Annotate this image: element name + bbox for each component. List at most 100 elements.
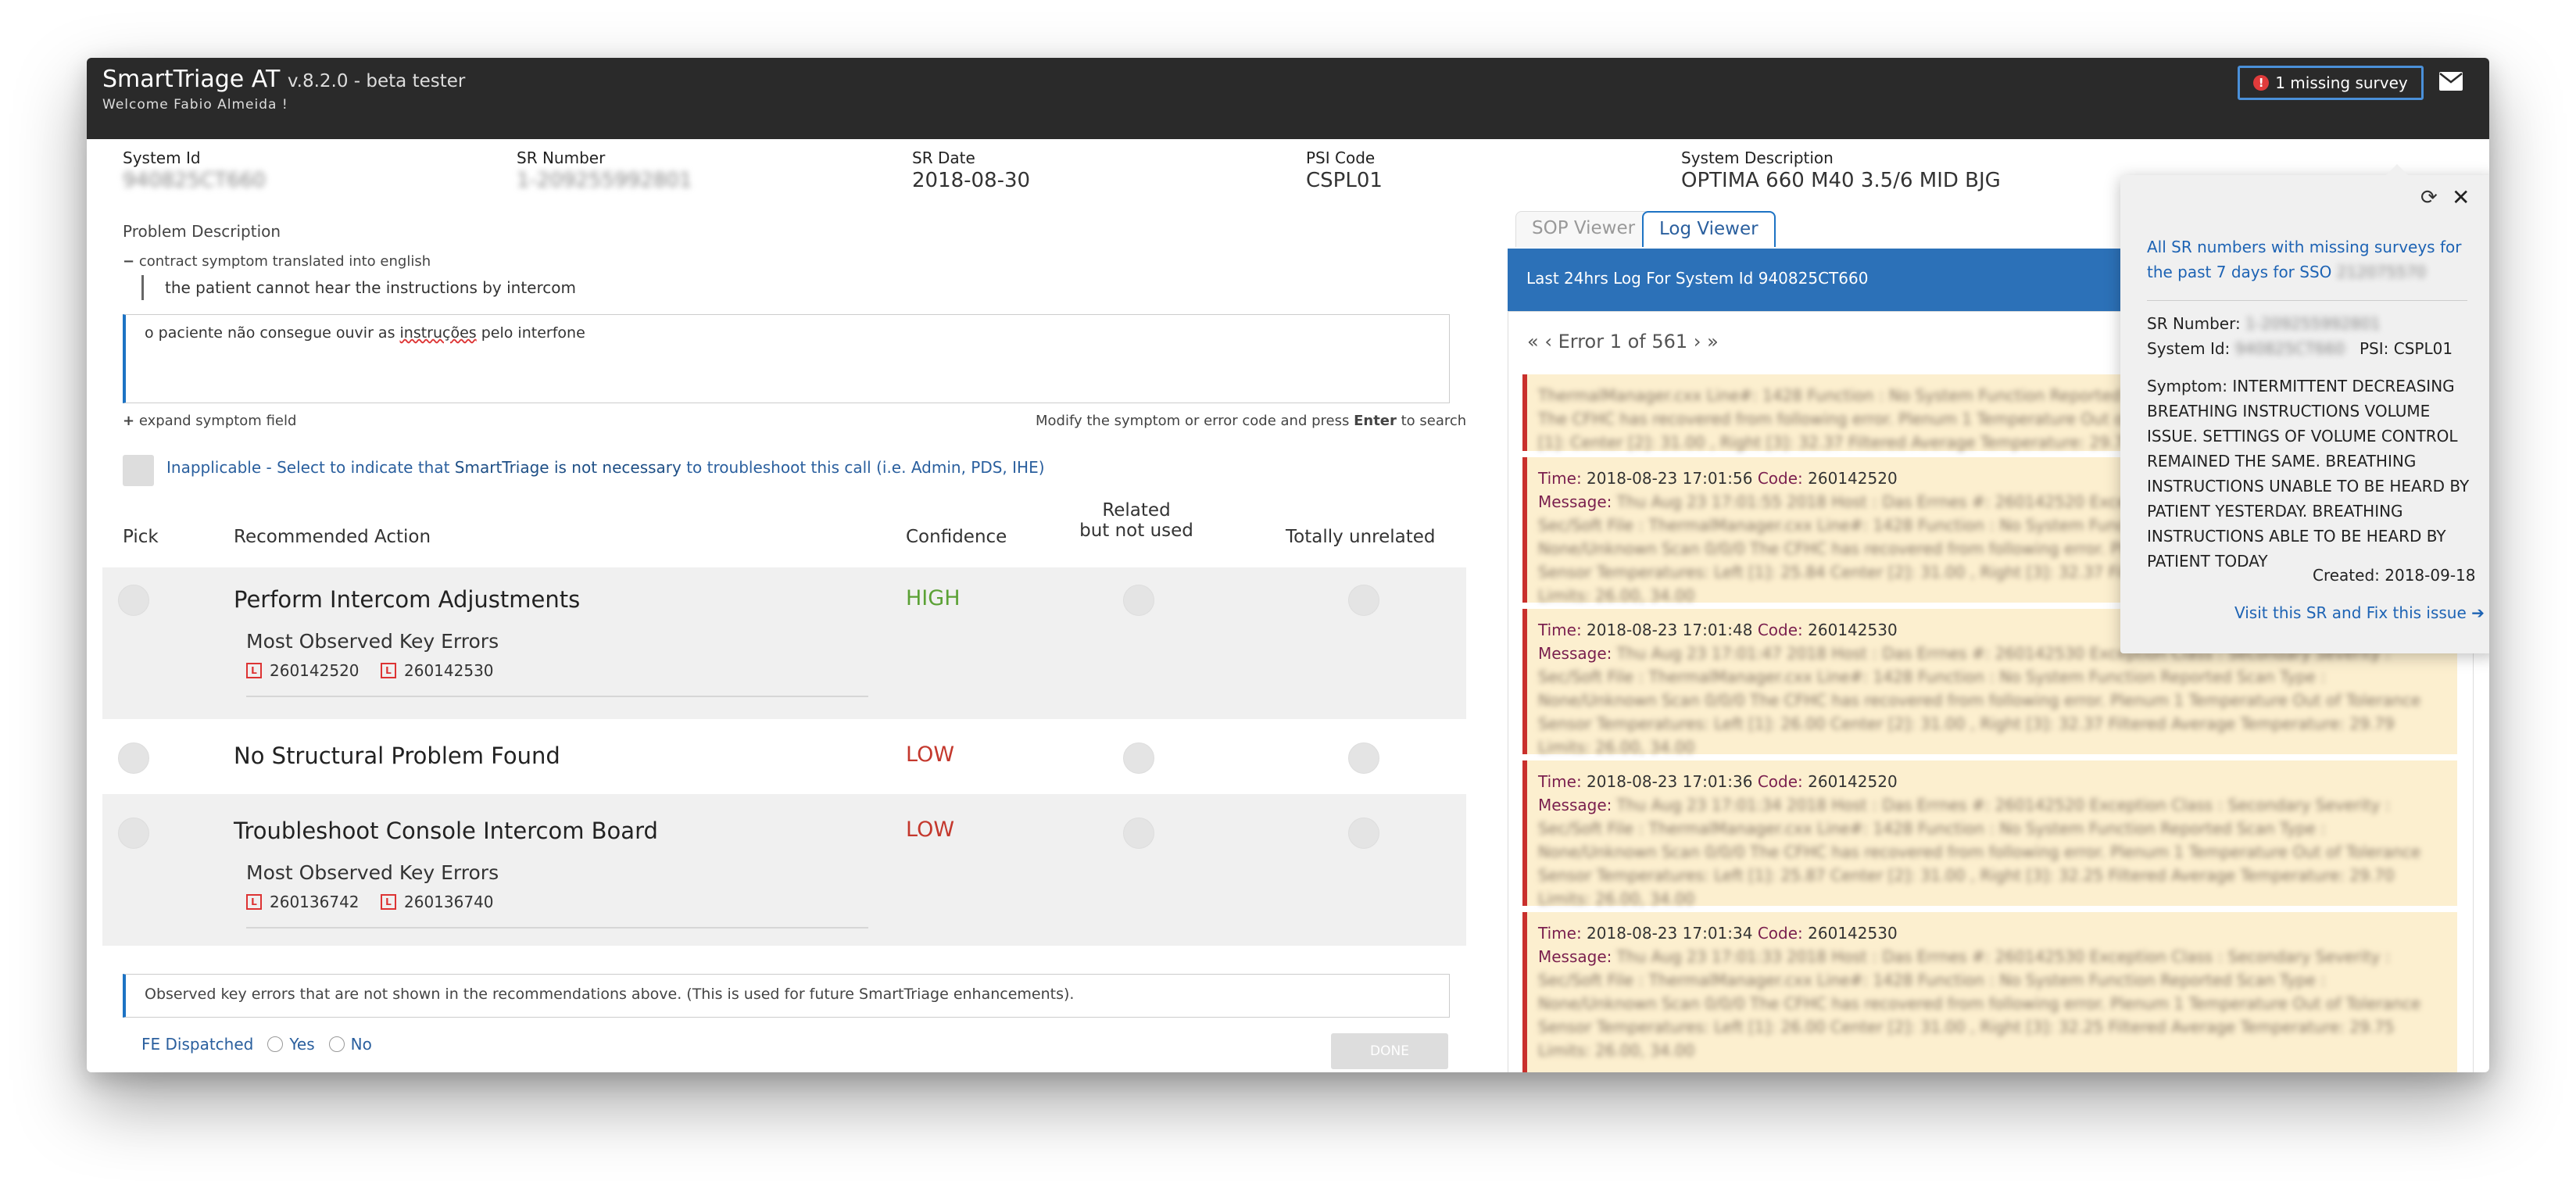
log-code: 260142520 — [1808, 469, 1898, 488]
prev-page-icon[interactable]: ‹ — [1544, 331, 1552, 352]
mail-icon[interactable] — [2439, 72, 2463, 91]
log-message-row: Message: Thu Aug 23 17:01:34 2018 Host :… — [1538, 793, 2446, 911]
key-error-code[interactable]: L 260142520 — [246, 661, 360, 680]
first-page-icon[interactable]: « — [1527, 331, 1539, 352]
unrelated-radio[interactable] — [1348, 818, 1379, 849]
problem-description-label: Problem Description — [123, 222, 281, 241]
log-code: 260142520 — [1808, 772, 1898, 791]
quote-bar — [141, 275, 144, 300]
time-label: Time: — [1538, 621, 1582, 639]
row-separator — [246, 927, 868, 929]
tab-log-viewer[interactable]: Log Viewer — [1642, 211, 1776, 247]
close-icon[interactable]: ✕ — [2452, 184, 2470, 210]
popup-system-row: System Id: 940825CT660 — [2147, 336, 2345, 361]
fe-dispatched-label: FE Dispatched — [141, 1035, 254, 1054]
yes-radio[interactable] — [267, 1036, 284, 1052]
modify-hint-enter: Enter — [1354, 413, 1397, 429]
translated-text: the patient cannot hear the instructions… — [165, 278, 576, 297]
inapplicable-text-bold: SmartTriage is not necessary — [454, 458, 682, 477]
popup-sr-label: SR Number: — [2147, 314, 2241, 333]
missing-survey-button[interactable]: ! 1 missing survey — [2238, 66, 2424, 100]
popup-psi-label: PSI: — [2360, 339, 2389, 358]
message-label: Message: — [1538, 492, 1612, 511]
confidence-value: LOW — [906, 818, 955, 842]
code-label: Code: — [1757, 469, 1803, 488]
psi-code-value: CSPL01 — [1306, 169, 1383, 192]
code-label: Code: — [1757, 772, 1803, 791]
log-time: 2018-08-23 17:01:34 — [1587, 924, 1753, 943]
log-message-row: Message: Thu Aug 23 17:01:47 2018 Host :… — [1538, 642, 2446, 759]
unrelated-header: Totally unrelated — [1286, 527, 1436, 547]
inapplicable-checkbox[interactable] — [123, 455, 154, 486]
observed-key-errors-input[interactable]: Observed key errors that are not shown i… — [123, 974, 1450, 1018]
action-title: No Structural Problem Found — [234, 742, 560, 769]
no-label: No — [350, 1035, 372, 1054]
message-label: Message: — [1538, 796, 1612, 814]
expand-symptom-field[interactable]: + expand symptom field — [123, 413, 296, 429]
key-error-code[interactable]: L 260136742 — [246, 893, 360, 911]
collapse-icon: − — [123, 253, 135, 270]
log-entry: Time: 2018-08-23 17:01:34 Code: 26014253… — [1522, 912, 2457, 1072]
symptom-text-misspelled: instruções — [399, 324, 477, 342]
unrelated-radio[interactable] — [1348, 585, 1379, 616]
app-window: SmartTriage AT v.8.2.0 - beta tester Wel… — [87, 58, 2489, 1072]
sr-date-label: SR Date — [912, 148, 975, 167]
row-separator — [246, 696, 868, 697]
translated-toggle[interactable]: − contract symptom translated into engli… — [123, 253, 431, 270]
done-button[interactable]: DONE — [1331, 1033, 1448, 1069]
related-radio[interactable] — [1123, 818, 1154, 849]
yes-label: Yes — [289, 1035, 315, 1054]
key-error-code-value: 260136740 — [404, 893, 494, 911]
log-entry: Time: 2018-08-23 17:01:36 Code: 26014252… — [1522, 760, 2457, 908]
sr-date-value: 2018-08-30 — [912, 169, 1031, 192]
system-id-label: System Id — [123, 148, 201, 167]
missing-survey-label: 1 missing survey — [2275, 73, 2408, 92]
log-code: 260142530 — [1808, 621, 1898, 639]
log-message-row: Message: Thu Aug 23 17:01:33 2018 Host :… — [1538, 945, 2446, 1062]
pick-radio[interactable] — [118, 742, 149, 774]
symptom-input[interactable]: o paciente não consegue ouvir as instruç… — [123, 314, 1450, 403]
key-error-code[interactable]: L 260142530 — [381, 661, 494, 680]
key-error-code-value: 260142530 — [404, 661, 494, 680]
fe-dispatched: FE Dispatched Yes No — [141, 1035, 372, 1054]
key-error-code-value: 260136742 — [270, 893, 360, 911]
modify-hint-part2: to search — [1396, 413, 1467, 429]
popup-psi-value: CSPL01 — [2393, 339, 2453, 358]
popup-created-row: Created: 2018-09-18 — [2313, 563, 2475, 588]
popup-heading[interactable]: All SR numbers with missing surveys for … — [2147, 234, 2475, 284]
related-header-line2: but not used — [1079, 521, 1193, 541]
related-radio[interactable] — [1123, 742, 1154, 774]
last-page-icon[interactable]: » — [1707, 331, 1719, 352]
log-header-title: Last 24hrs Log For System Id 940825CT660 — [1526, 269, 1869, 288]
log-icon: L — [246, 663, 262, 678]
popup-symptom-label: Symptom: — [2147, 377, 2228, 395]
popup-system-value: 940825CT660 — [2234, 339, 2345, 358]
inapplicable-text-1: - Select to indicate that — [261, 458, 455, 477]
popup-psi-row: PSI: CSPL01 — [2360, 336, 2453, 361]
message-label: Message: — [1538, 947, 1612, 966]
app-title: SmartTriage AT v.8.2.0 - beta tester — [102, 66, 465, 93]
arrow-right-icon: ➔ — [2471, 603, 2485, 622]
log-message: Thu Aug 23 17:01:33 2018 Host : Das Errn… — [1538, 947, 2421, 1060]
log-pager: « ‹ Error 1 of 561 › » — [1527, 331, 1719, 352]
related-radio[interactable] — [1123, 585, 1154, 616]
no-radio[interactable] — [328, 1036, 345, 1052]
sr-number-label: SR Number — [517, 148, 606, 167]
pick-radio[interactable] — [118, 818, 149, 849]
table-row: Perform Intercom Adjustments Most Observ… — [102, 567, 1466, 719]
app-name: SmartTriage AT — [102, 66, 281, 93]
pick-header: Pick — [123, 527, 159, 547]
popup-sr-value: 1-209255992801 — [2245, 314, 2381, 333]
key-error-code[interactable]: L 260136740 — [381, 893, 494, 911]
log-code: 260142530 — [1808, 924, 1898, 943]
visit-sr-link[interactable]: Visit this SR and Fix this issue ➔ — [2234, 600, 2485, 625]
time-label: Time: — [1538, 772, 1582, 791]
pick-radio[interactable] — [118, 585, 149, 616]
symptom-text-part1: o paciente não consegue ouvir as — [145, 324, 400, 342]
popup-arrow — [2386, 164, 2408, 175]
system-description-label: System Description — [1681, 148, 1834, 167]
unrelated-radio[interactable] — [1348, 742, 1379, 774]
tab-sop-viewer[interactable]: SOP Viewer — [1515, 211, 1652, 247]
refresh-icon[interactable]: ⟳ — [2420, 186, 2438, 209]
next-page-icon[interactable]: › — [1694, 331, 1701, 352]
